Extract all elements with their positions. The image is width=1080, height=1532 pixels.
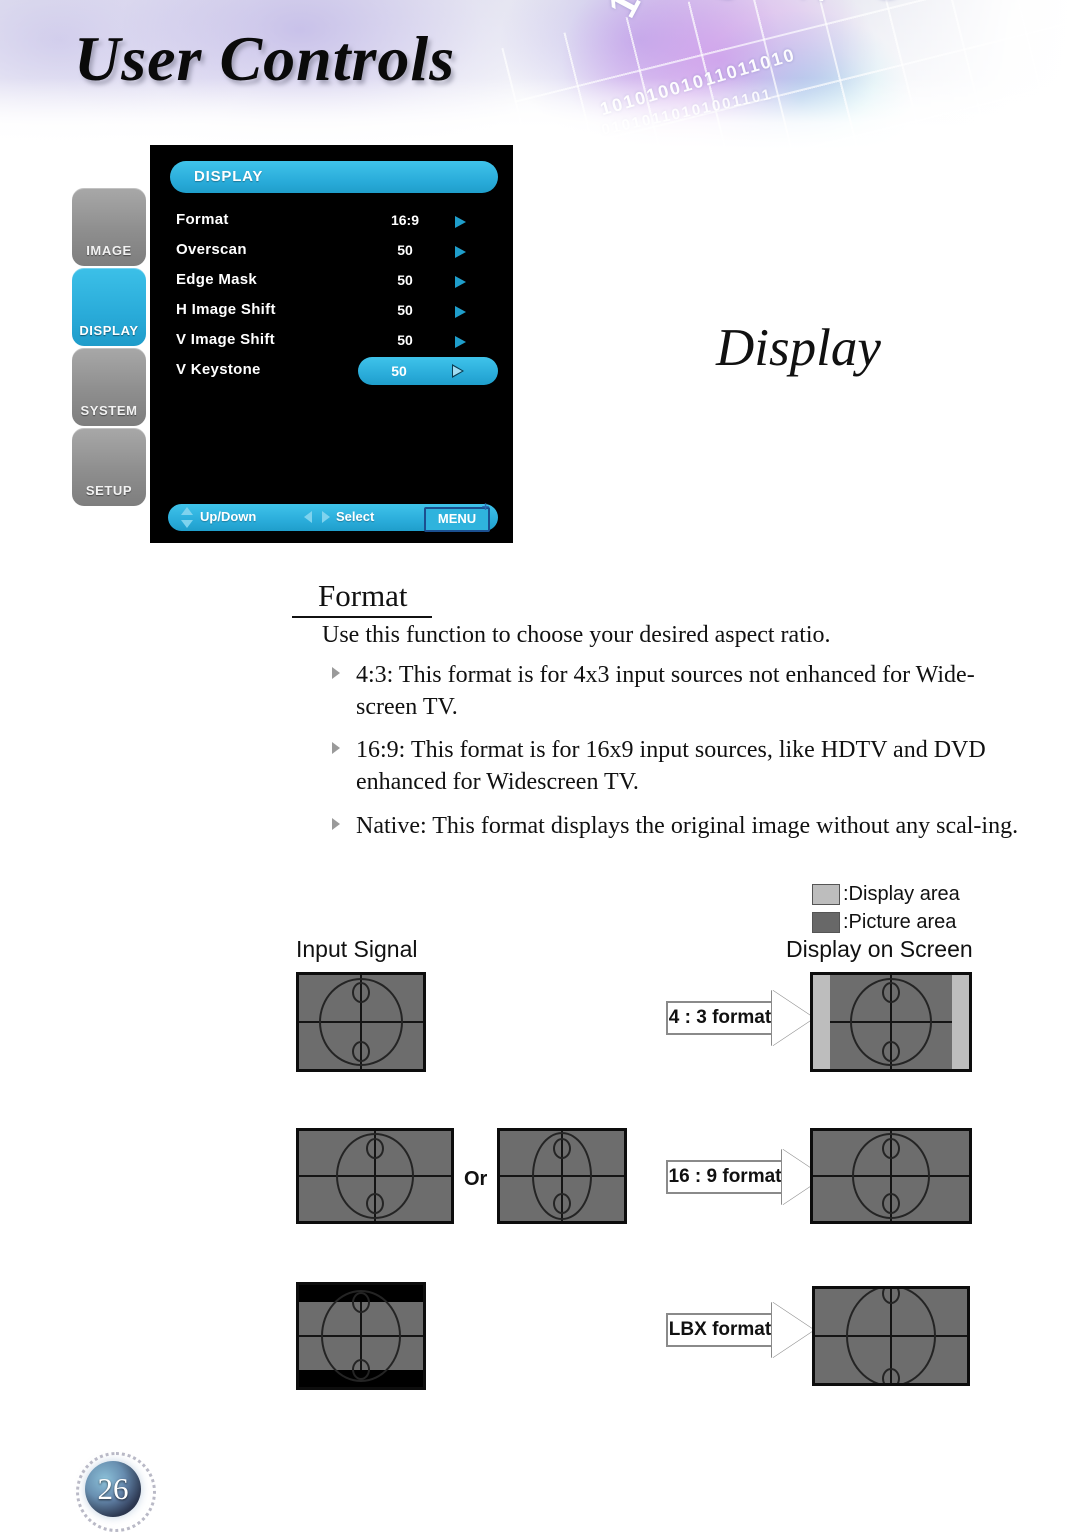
osd-title-bar: DISPLAY: [170, 161, 498, 193]
letterbox-bar-top: [299, 1285, 423, 1302]
osd-tab-image-label: IMAGE: [86, 243, 132, 258]
osd-row-v-image-shift-label: V Image Shift: [176, 331, 275, 348]
osd-row-overscan-label: Overscan: [176, 241, 247, 258]
osd-row-format-label: Format: [176, 211, 229, 228]
format-bullet-list: 4:3: This format is for 4x3 input source…: [330, 660, 1030, 854]
osd-row-edge-mask-value: 50: [397, 272, 413, 288]
osd-row-format-value: 16:9: [390, 212, 420, 228]
display-on-screen-box-lbx: [812, 1286, 970, 1386]
format-arrow-lbx-label: LBX format: [668, 1319, 772, 1340]
section-intro: Use this function to choose your desired…: [322, 622, 831, 648]
osd-tab-setup-label: SETUP: [85, 483, 133, 498]
legend-label-picture-area: :Picture area: [843, 910, 957, 933]
bullet-triangle-icon: [332, 667, 340, 679]
osd-row-h-image-shift-label: H Image Shift: [176, 301, 276, 318]
input-signal-box-16x9-a: [296, 1128, 454, 1224]
format-arrow-16x9: 16 : 9 format: [666, 1149, 824, 1205]
osd-footer-bar: Up/Down Select MENU +: [168, 500, 498, 532]
osd-row-v-keystone[interactable]: V Keystone 50: [150, 357, 513, 387]
section-heading: Display: [716, 319, 881, 377]
pillarbox-bar-right: [952, 975, 969, 1069]
manual-page: 1001 0010 1011 0100 10101001011011010 01…: [0, 0, 1080, 1532]
letterbox-bar-bottom: [299, 1370, 423, 1387]
page-number: 26: [97, 1471, 129, 1506]
or-label: Or: [464, 1168, 488, 1190]
chevron-right-outline-icon[interactable]: [452, 364, 464, 378]
osd-row-v-keystone-label: V Keystone: [176, 361, 261, 378]
osd-row-list: Format 16:9 Overscan 50 Edge Mask 50 H I…: [150, 207, 513, 387]
test-pattern: [813, 975, 969, 1069]
osd-row-edge-mask[interactable]: Edge Mask 50: [150, 267, 513, 297]
osd-tab-system[interactable]: SYSTEM: [72, 348, 146, 426]
list-item-text: 16:9: This format is for 16x9 input sour…: [356, 737, 986, 796]
page-title: User Controls: [74, 23, 456, 94]
diagram-column-input-label: Input Signal: [296, 936, 418, 962]
legend-swatch-picture-area: [812, 911, 840, 933]
list-item-text: Native: This format displays the origina…: [356, 812, 1019, 839]
test-pattern: [815, 1289, 967, 1383]
format-arrow-4x3: 4 : 3 format: [666, 990, 814, 1046]
chevron-right-icon[interactable]: [455, 246, 466, 258]
osd-select-label: Select: [336, 509, 375, 524]
osd-tab-image[interactable]: IMAGE: [72, 188, 146, 266]
bullet-triangle-icon: [332, 817, 340, 830]
osd-row-overscan[interactable]: Overscan 50: [150, 237, 513, 267]
list-item: Native: This format displays the origina…: [330, 811, 1030, 843]
osd-row-v-keystone-value: 50: [391, 363, 407, 379]
display-on-screen-box-4x3: [810, 972, 972, 1072]
input-signal-box-16x9-b: [497, 1128, 627, 1224]
osd-updown-label: Up/Down: [200, 509, 257, 524]
format-arrow-16x9-label: 16 : 9 format: [668, 1166, 782, 1187]
osd-menu: IMAGE DISPLAY SYSTEM SETUP DISPLAY Forma…: [72, 145, 513, 543]
pillarbox-bar-left: [813, 975, 830, 1069]
osd-title: DISPLAY: [194, 168, 264, 185]
chevron-right-icon[interactable]: [455, 276, 466, 288]
page-header: 1001 0010 1011 0100 10101001011011010 01…: [0, 0, 1080, 150]
list-item: 4:3: This format is for 4x3 input source…: [330, 660, 1030, 723]
osd-row-edge-mask-label: Edge Mask: [176, 271, 258, 288]
format-arrow-lbx: LBX format: [666, 1302, 814, 1358]
bullet-triangle-icon: [332, 742, 340, 755]
test-pattern: [299, 975, 423, 1069]
test-pattern: [299, 1285, 423, 1387]
display-on-screen-box-16x9: [810, 1128, 972, 1224]
osd-tab-display[interactable]: DISPLAY: [72, 268, 146, 346]
osd-menu-button-label: MENU: [437, 511, 477, 526]
osd-tab-setup[interactable]: SETUP: [72, 428, 146, 506]
diagram-column-output-label: Display on Screen: [786, 936, 973, 962]
chevron-right-icon[interactable]: [455, 306, 466, 318]
list-item: 16:9: This format is for 16x9 input sour…: [330, 735, 1030, 798]
header-right-fade: [840, 0, 1080, 150]
osd-row-h-image-shift[interactable]: H Image Shift 50: [150, 297, 513, 327]
osd-tab-display-label: DISPLAY: [79, 323, 139, 338]
input-signal-box-4x3: [296, 972, 426, 1072]
legend-label-display-area: :Display area: [843, 882, 960, 905]
left-right-arrows-icon: [304, 511, 330, 524]
osd-tab-system-label: SYSTEM: [80, 403, 138, 418]
topic-title-wrap: Format: [292, 578, 432, 618]
osd-row-v-image-shift-value: 50: [397, 332, 413, 348]
chevron-right-icon[interactable]: [455, 216, 466, 228]
test-pattern: [813, 1131, 969, 1221]
format-arrow-4x3-label: 4 : 3 format: [668, 1007, 772, 1028]
osd-row-format[interactable]: Format 16:9: [150, 207, 513, 237]
input-signal-box-lbx: [296, 1282, 426, 1390]
osd-menu-badge: +: [481, 499, 490, 514]
legend-item-picture-area: :Picture area: [812, 910, 960, 934]
osd-row-v-image-shift[interactable]: V Image Shift 50: [150, 327, 513, 357]
osd-tab-strip: IMAGE DISPLAY SYSTEM SETUP: [72, 188, 150, 508]
list-item-text: 4:3: This format is for 4x3 input source…: [356, 662, 975, 720]
osd-row-h-image-shift-value: 50: [397, 302, 413, 318]
osd-row-overscan-value: 50: [397, 242, 413, 258]
test-pattern: [500, 1131, 624, 1221]
osd-menu-button[interactable]: MENU +: [424, 500, 490, 532]
up-down-arrows-icon: [180, 507, 194, 528]
diagram-legend: :Display area :Picture area: [812, 882, 960, 938]
topic-title: Format: [292, 578, 432, 618]
legend-swatch-display-area: [812, 883, 840, 905]
page-number-badge: 26: [76, 1452, 156, 1532]
test-pattern: [299, 1131, 451, 1221]
legend-item-display-area: :Display area: [812, 882, 960, 906]
chevron-right-icon[interactable]: [455, 336, 466, 348]
